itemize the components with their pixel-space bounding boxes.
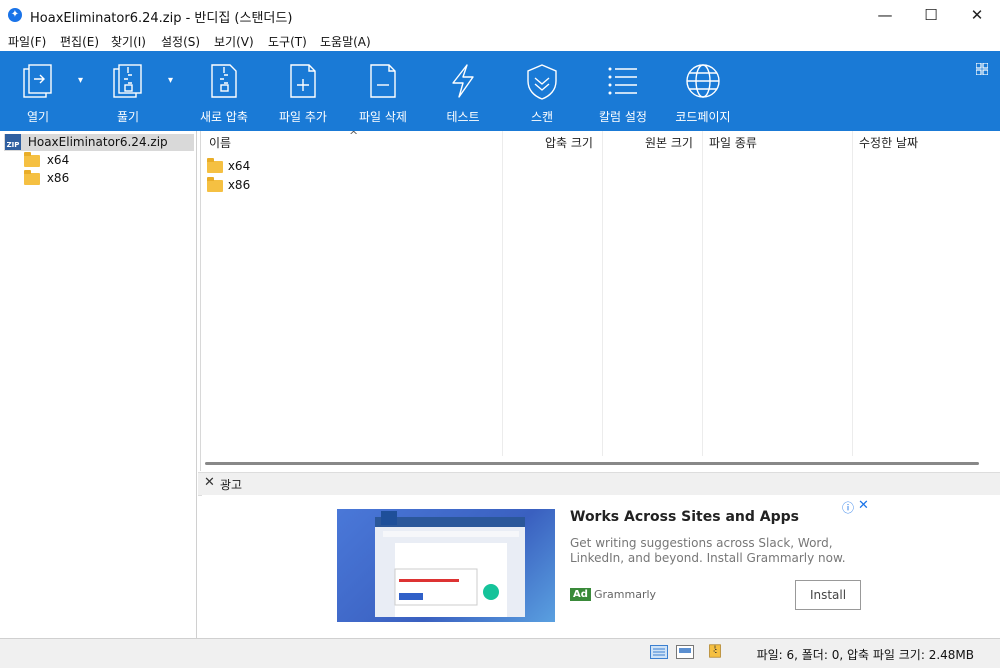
- extract-button[interactable]: 풀기: [98, 51, 158, 131]
- tree-item-label: x64: [46, 153, 70, 167]
- column-header-name[interactable]: 이름: [209, 131, 231, 155]
- ad-bar-label: 광고: [220, 478, 243, 492]
- test-button[interactable]: 테스트: [433, 51, 493, 131]
- open-label: 열기: [26, 110, 50, 124]
- column-header-file-type[interactable]: 파일 종류: [709, 131, 757, 155]
- folder-icon: [24, 169, 40, 185]
- ad-close-icon[interactable]: ✕: [204, 475, 215, 490]
- thumbnail-view-icon[interactable]: [676, 645, 694, 659]
- file-row-name: x64: [227, 159, 251, 173]
- remove-file-icon: [370, 64, 396, 98]
- folder-icon: [24, 151, 40, 167]
- folder-tree: ZIP HoaxEliminator6.24.zip x64 x86: [0, 131, 197, 638]
- toolbar: 열기 ▾ 풀기 ▾ 새로 압축 파일 추가 파일 삭제 테스트 스캔 칼럼 설정…: [0, 51, 1000, 131]
- details-view-icon[interactable]: [650, 645, 668, 659]
- tree-item-x86[interactable]: x86: [24, 169, 70, 185]
- horizontal-scrollbar[interactable]: [205, 462, 979, 465]
- scan-label: 스캔: [530, 110, 554, 124]
- add-files-label: 파일 추가: [279, 110, 327, 124]
- window-title: HoaxEliminator6.24.zip - 반디집 (스탠더드): [30, 11, 293, 26]
- tree-item-x64[interactable]: x64: [24, 151, 70, 167]
- ad-brand[interactable]: Grammarly: [594, 588, 656, 601]
- column-divider: [502, 131, 503, 456]
- codepage-label: 코드페이지: [675, 110, 731, 124]
- folder-icon: [207, 176, 223, 192]
- delete-files-button[interactable]: 파일 삭제: [353, 51, 413, 131]
- open-dropdown-chevron-icon[interactable]: ▾: [78, 75, 83, 86]
- file-list: ^ 이름 압축 크기 원본 크기 파일 종류 수정한 날짜 x64 x86: [200, 129, 1000, 471]
- ad-info-icon[interactable]: ⓘ: [842, 499, 854, 516]
- delete-files-label: 파일 삭제: [359, 110, 407, 124]
- extract-icon: [113, 64, 142, 98]
- tree-root-row[interactable]: ZIP HoaxEliminator6.24.zip: [5, 134, 168, 150]
- ad-panel: Works Across Sites and Apps Get writing …: [202, 495, 1000, 637]
- sort-ascending-icon: ^: [349, 129, 359, 142]
- menu-edit[interactable]: 편집(E): [60, 33, 99, 50]
- lightning-icon: [452, 64, 474, 98]
- ad-header-bar: ✕ 광고: [198, 472, 1000, 496]
- bandizip-app-icon: ✦: [8, 8, 22, 22]
- new-archive-icon: [211, 64, 237, 98]
- tree-item-label: x86: [46, 171, 70, 185]
- menu-settings[interactable]: 설정(S): [161, 33, 200, 50]
- column-divider: [602, 131, 603, 456]
- column-settings-label: 칼럼 설정: [599, 110, 647, 124]
- file-row[interactable]: x64: [207, 157, 251, 173]
- extract-label: 풀기: [116, 110, 140, 124]
- grid-view-icon[interactable]: [976, 63, 988, 75]
- file-row-name: x86: [227, 178, 251, 192]
- new-archive-button[interactable]: 새로 압축: [194, 51, 254, 131]
- column-divider: [702, 131, 703, 456]
- install-button[interactable]: Install: [795, 580, 861, 610]
- status-bar: 파일: 6, 폴더: 0, 압축 파일 크기: 2.48MB: [0, 638, 1000, 668]
- ad-image[interactable]: [337, 509, 555, 622]
- zip-archive-icon: ZIP: [5, 134, 21, 150]
- tree-root-label: HoaxEliminator6.24.zip: [27, 134, 168, 149]
- maximize-button[interactable]: ☐: [908, 0, 954, 30]
- column-settings-button[interactable]: 칼럼 설정: [592, 51, 654, 131]
- ad-title[interactable]: Works Across Sites and Apps: [570, 509, 799, 525]
- menu-view[interactable]: 보기(V): [214, 33, 254, 50]
- open-icon: [23, 64, 52, 98]
- folder-icon: [207, 157, 223, 173]
- ad-description: Get writing suggestions across Slack, Wo…: [570, 536, 846, 565]
- menu-find[interactable]: 찾기(I): [111, 33, 146, 50]
- test-label: 테스트: [446, 110, 480, 124]
- menu-tools[interactable]: 도구(T): [268, 33, 307, 50]
- menu-bar: 파일(F) 편집(E) 찾기(I) 설정(S) 보기(V) 도구(T) 도움말(…: [0, 30, 1000, 51]
- ad-badge: Ad: [570, 588, 591, 601]
- column-divider: [852, 131, 853, 456]
- codepage-button[interactable]: 코드페이지: [670, 51, 736, 131]
- archive-info-icon[interactable]: [706, 644, 724, 658]
- scan-button[interactable]: 스캔: [512, 51, 572, 131]
- column-header-compressed-size[interactable]: 압축 크기: [545, 131, 593, 155]
- extract-dropdown-chevron-icon[interactable]: ▾: [168, 75, 173, 86]
- list-icon: [608, 67, 637, 95]
- zip-icon-text: ZIP: [6, 141, 20, 149]
- status-summary: 파일: 6, 폴더: 0, 압축 파일 크기: 2.48MB: [756, 648, 974, 662]
- title-bar: ✦ HoaxEliminator6.24.zip - 반디집 (스탠더드) — …: [0, 0, 1000, 30]
- new-archive-label: 새로 압축: [200, 110, 248, 124]
- minimize-button[interactable]: —: [862, 0, 908, 30]
- open-button[interactable]: 열기: [8, 51, 68, 131]
- add-files-button[interactable]: 파일 추가: [273, 51, 333, 131]
- menu-help[interactable]: 도움말(A): [320, 33, 371, 50]
- close-button[interactable]: ✕: [954, 0, 1000, 30]
- file-row[interactable]: x86: [207, 176, 251, 192]
- ad-image-illustration: [375, 511, 525, 617]
- menu-file[interactable]: 파일(F): [8, 33, 46, 50]
- add-file-icon: [290, 64, 316, 98]
- globe-icon: [686, 64, 720, 98]
- column-header-original-size[interactable]: 원본 크기: [645, 131, 693, 155]
- column-header-modified-date[interactable]: 수정한 날짜: [859, 131, 918, 155]
- shield-icon: [527, 64, 557, 100]
- ad-dismiss-icon[interactable]: ✕: [858, 498, 869, 513]
